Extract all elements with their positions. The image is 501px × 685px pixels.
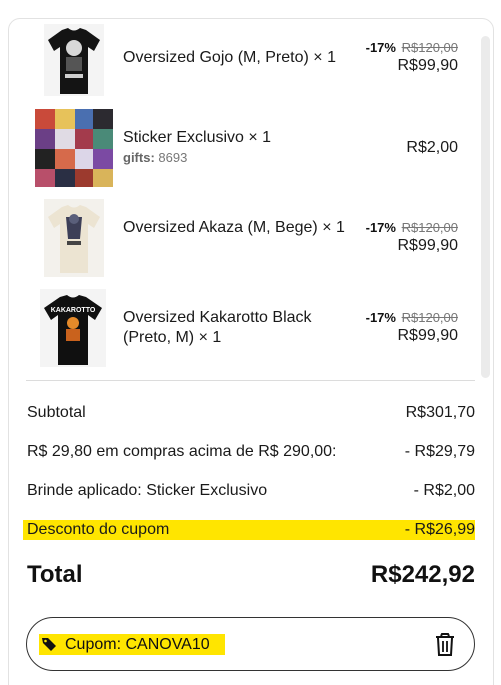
price-block: -17% R$120,00 R$99,90 xyxy=(366,220,458,256)
item-title: Oversized Gojo (M, Preto) × 1 xyxy=(123,49,336,66)
discount-percent: -17% xyxy=(365,310,396,325)
product-thumbnail: KAKAROTTO xyxy=(40,289,106,367)
beige-tshirt-icon xyxy=(44,199,104,277)
gift-info: gifts: 8693 xyxy=(123,150,187,165)
cart-item-gojo: Oversized Gojo (M, Preto) × 1 -17% R$120… xyxy=(0,24,480,98)
gift-row-value: - R$2,00 xyxy=(413,482,475,499)
item-title: Sticker Exclusivo × 1 xyxy=(123,129,272,146)
scrollbar[interactable] xyxy=(481,36,490,378)
coupon-discount-value: - R$26,99 xyxy=(404,521,475,538)
item-title: Oversized Akaza (M, Bege) × 1 xyxy=(123,219,345,236)
item-price: R$99,90 xyxy=(397,327,459,344)
price-block: -17% R$120,00 R$99,90 xyxy=(366,40,458,76)
gift-value: 8693 xyxy=(158,150,188,165)
old-price: R$120,00 xyxy=(401,310,458,325)
cart-item-akaza: Oversized Akaza (M, Bege) × 1 -17% R$120… xyxy=(0,199,480,277)
gift-label: gifts: xyxy=(123,150,155,165)
trash-icon[interactable] xyxy=(434,633,456,657)
applied-coupon: Cupom: CANOVA10 xyxy=(26,617,475,671)
old-price: R$120,00 xyxy=(401,220,458,235)
coupon-discount-label: Desconto do cupom xyxy=(27,521,170,538)
discount-percent: -17% xyxy=(365,220,396,235)
price-block: -17% R$120,00 R$99,90 xyxy=(366,310,458,346)
item-price: R$99,90 xyxy=(397,237,459,254)
section-divider xyxy=(26,380,475,381)
black-tshirt-icon: KAKAROTTO xyxy=(40,289,106,367)
old-price: R$120,00 xyxy=(401,40,458,55)
black-tshirt-icon xyxy=(44,24,104,96)
tag-icon xyxy=(42,638,56,651)
shirt-print-text: KAKAROTTO xyxy=(51,307,96,314)
promo-value: - R$29,79 xyxy=(404,443,475,460)
sticker-collage-icon xyxy=(35,109,113,187)
product-thumbnail xyxy=(35,109,113,187)
cart-item-sticker: Sticker Exclusivo × 1 gifts: 8693 R$2,00 xyxy=(0,109,480,187)
item-price: R$2,00 xyxy=(406,139,458,156)
subtotal-label: Subtotal xyxy=(27,404,86,421)
product-thumbnail xyxy=(44,199,104,277)
gift-row-label: Brinde aplicado: Sticker Exclusivo xyxy=(27,482,268,499)
product-thumbnail xyxy=(44,24,104,96)
price-block: R$2,00 xyxy=(406,138,458,158)
coupon-code-label: Cupom: CANOVA10 xyxy=(65,636,210,653)
discount-percent: -17% xyxy=(365,40,396,55)
promo-label: R$ 29,80 em compras acima de R$ 290,00: xyxy=(27,443,337,460)
item-title: Oversized Kakarotto Black (Preto, M) × 1 xyxy=(123,309,312,346)
total-label: Total xyxy=(27,561,83,588)
subtotal-value: R$301,70 xyxy=(405,404,475,421)
item-price: R$99,90 xyxy=(397,57,459,74)
cart-item-kakarotto: KAKAROTTO Oversized Kakarotto Black (Pre… xyxy=(0,289,480,367)
total-value: R$242,92 xyxy=(370,561,475,588)
